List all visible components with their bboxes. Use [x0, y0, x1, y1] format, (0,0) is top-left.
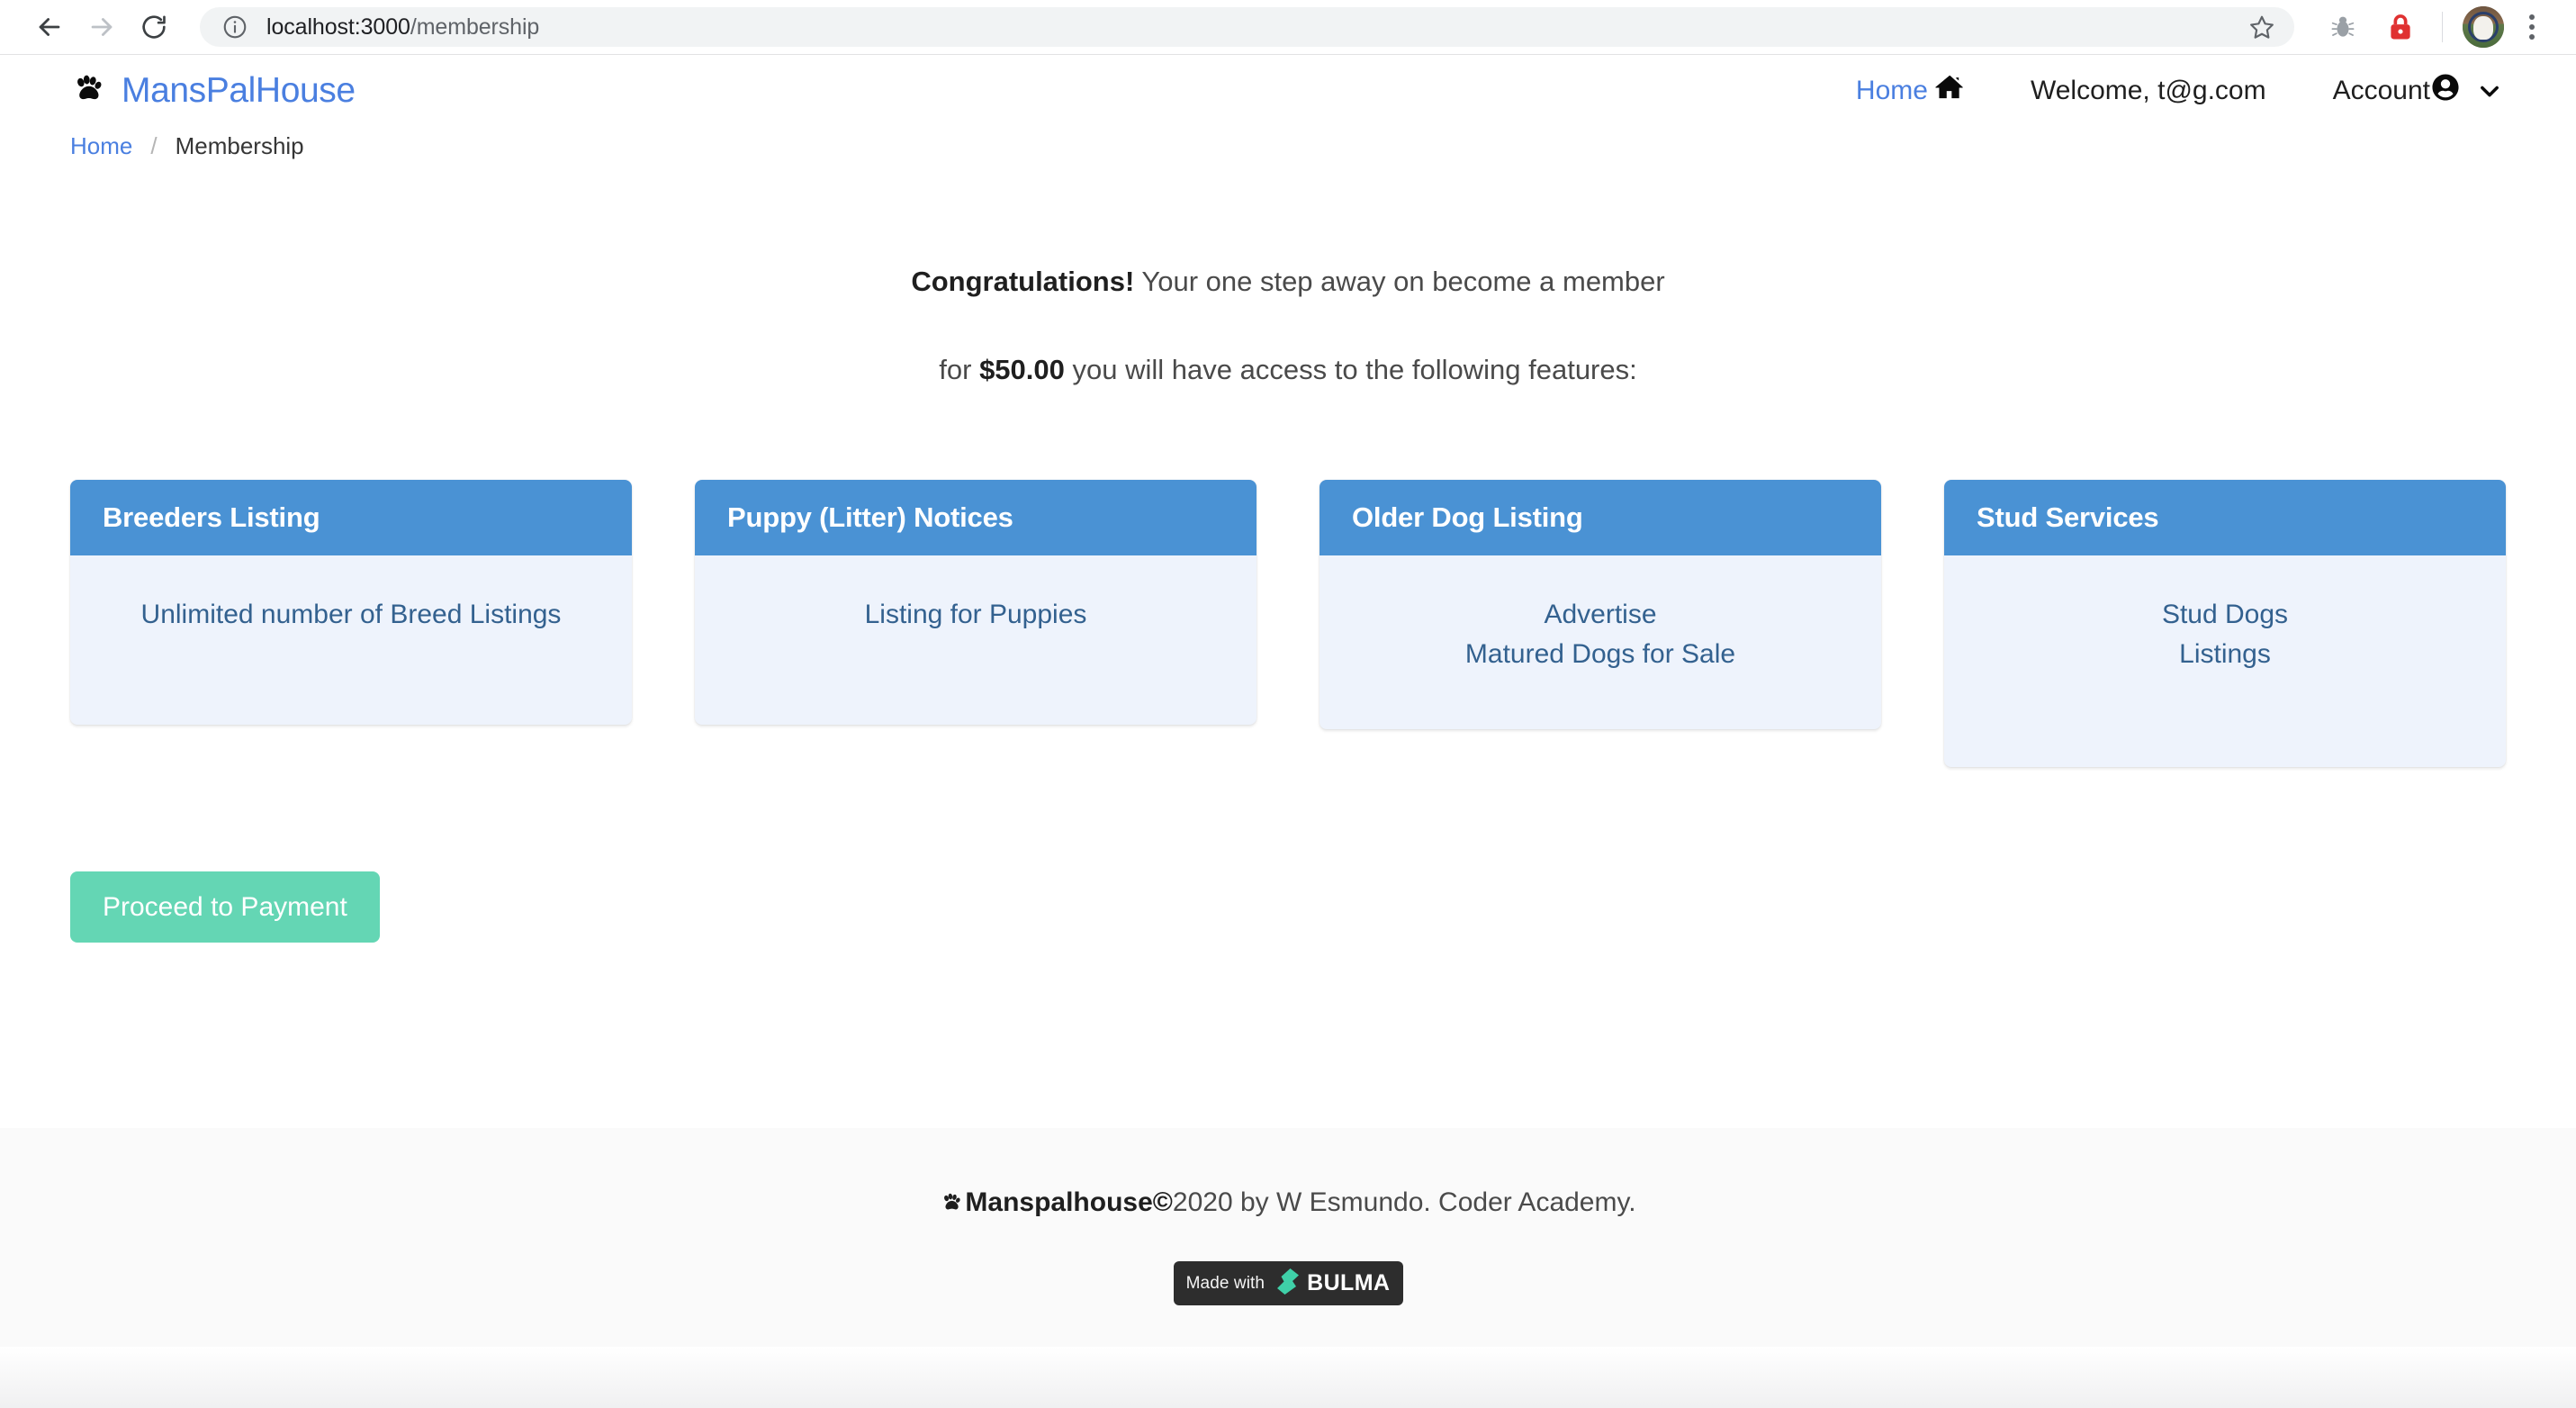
feature-card: Breeders Listing Unlimited number of Bre…: [70, 480, 632, 726]
breadcrumb: Home / Membership: [0, 127, 2576, 160]
user-circle-icon: [2432, 74, 2459, 108]
feature-card-list: Breeders Listing Unlimited number of Bre…: [70, 480, 2506, 768]
feature-card-body: Stud Dogs Listings: [2161, 600, 2289, 669]
footer-brand: Manspalhouse©: [965, 1187, 1173, 1217]
feature-card-body: Listing for Puppies: [864, 600, 1087, 630]
bulma-logo-group: BULMA: [1277, 1268, 1390, 1299]
feature-card-title: Older Dog Listing: [1352, 501, 1583, 534]
site-footer: Manspalhouse© 2020 by W Esmundo. Coder A…: [0, 1128, 2576, 1408]
address-bar-text: localhost:3000/membership: [266, 14, 539, 41]
feature-card-header: Breeders Listing: [70, 480, 632, 556]
footer-copyright: Manspalhouse© 2020 by W Esmundo. Coder A…: [0, 1187, 2576, 1218]
breadcrumb-separator: /: [150, 132, 158, 159]
browser-back-button[interactable]: [23, 1, 76, 53]
menu-dot: [2529, 24, 2535, 30]
nav-account-dropdown[interactable]: Account: [2310, 74, 2526, 108]
price-amount: $50.00: [979, 354, 1065, 386]
main-content: Congratulations! Your one step away on b…: [0, 265, 2576, 943]
address-host: localhost:3000: [266, 14, 410, 40]
proceed-to-payment-button[interactable]: Proceed to Payment: [70, 871, 380, 943]
bulma-wordmark: BULMA: [1307, 1270, 1391, 1295]
price-prefix: for: [939, 354, 972, 386]
feature-card-header: Puppy (Litter) Notices: [695, 480, 1256, 556]
bookmark-star-icon[interactable]: [2246, 11, 2278, 43]
nav-home-link[interactable]: Home: [1833, 73, 1987, 109]
feature-card: Puppy (Litter) Notices Listing for Puppi…: [695, 480, 1256, 726]
feature-card: Older Dog Listing Advertise Matured Dogs …: [1320, 480, 1881, 730]
congratulations-headline: Congratulations! Your one step away on b…: [70, 265, 2506, 298]
bulma-made-with-label: Made with: [1185, 1273, 1265, 1293]
headline-bold: Congratulations!: [911, 266, 1135, 297]
brand-name: MansPalHouse: [122, 71, 356, 110]
feature-card-body: Unlimited number of Breed Listings: [140, 600, 562, 630]
headline-rest: Your one step away on become a member: [1141, 266, 1665, 297]
address-path: /membership: [410, 14, 540, 40]
feature-card-title: Breeders Listing: [103, 501, 320, 534]
price-line: for $50.00 you will have access to the f…: [70, 354, 2506, 386]
feature-card-title: Puppy (Litter) Notices: [727, 501, 1013, 534]
bug-extension-icon[interactable]: [2319, 4, 2366, 50]
address-bar[interactable]: localhost:3000/membership: [200, 7, 2294, 47]
lock-extension-icon[interactable]: [2377, 4, 2424, 50]
menu-dot: [2529, 14, 2535, 20]
site-info-icon[interactable]: [221, 14, 248, 41]
bulma-badge[interactable]: Made with BULMA: [1173, 1261, 1403, 1305]
page-viewport: MansPalHouse Home Welcome, t@g.com Accou…: [0, 55, 2576, 1408]
nav-welcome-text: Welcome, t@g.com: [1987, 76, 2310, 106]
feature-card-title: Stud Services: [1977, 501, 2159, 534]
footer-credit: 2020 by W Esmundo. Coder Academy.: [1172, 1187, 1636, 1217]
feature-card-header: Older Dog Listing: [1320, 480, 1881, 556]
browser-menu-button[interactable]: [2511, 6, 2553, 48]
breadcrumb-current: Membership: [175, 132, 304, 159]
avatar-dog-shape: [2473, 15, 2493, 40]
feature-card-header: Stud Services: [1944, 480, 2506, 556]
navbar-right-group: Home Welcome, t@g.com Account: [1833, 73, 2526, 109]
feature-card-body: Advertise Matured Dogs for Sale: [1464, 600, 1736, 669]
toolbar-divider: [2442, 12, 2443, 42]
brand-link[interactable]: MansPalHouse: [70, 71, 356, 111]
paw-icon: [940, 1192, 963, 1214]
browser-reload-button[interactable]: [128, 1, 180, 53]
nav-home-label: Home: [1855, 76, 1928, 105]
browser-forward-button[interactable]: [76, 1, 128, 53]
feature-card: Stud Services Stud Dogs Listings: [1944, 480, 2506, 768]
profile-avatar[interactable]: [2463, 6, 2504, 48]
action-row: Proceed to Payment: [70, 871, 2506, 943]
paw-icon: [70, 73, 106, 110]
house-icon: [1935, 73, 1964, 109]
chevron-down-icon[interactable]: [2477, 78, 2502, 104]
menu-dot: [2529, 34, 2535, 40]
nav-account-label: Account: [2332, 76, 2430, 105]
bulma-logo-icon: [1277, 1268, 1300, 1299]
nav-welcome-label: Welcome, t@g.com: [2030, 76, 2266, 105]
price-suffix: you will have access to the following fe…: [1072, 354, 1637, 386]
browser-toolbar: localhost:3000/membership: [0, 0, 2576, 55]
site-navbar: MansPalHouse Home Welcome, t@g.com Accou…: [0, 55, 2576, 127]
breadcrumb-home-link[interactable]: Home: [70, 132, 132, 160]
